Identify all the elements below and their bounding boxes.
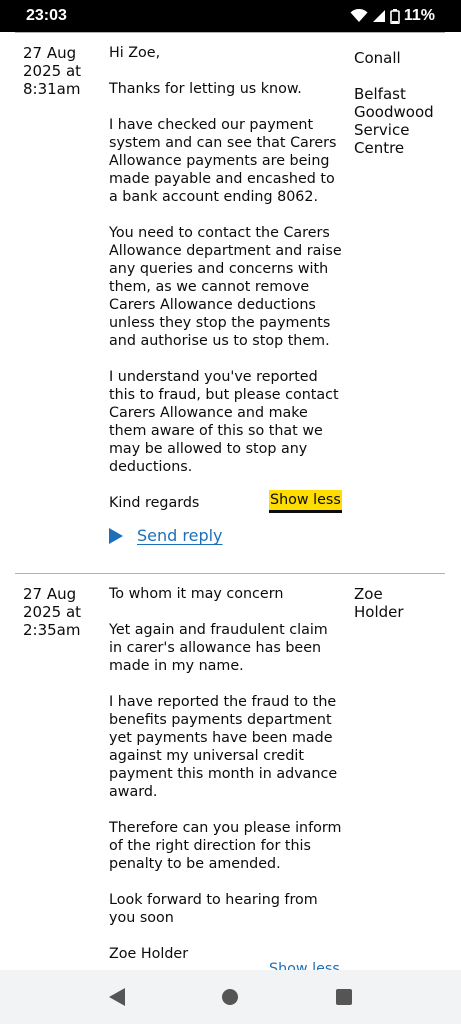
date-line: 8:31am: [23, 80, 81, 98]
home-icon: [222, 989, 239, 1005]
navigation-bar: [0, 970, 461, 1024]
date-line: 2:35am: [23, 621, 81, 639]
battery-percent: 11%: [403, 7, 435, 24]
sender-name: Zoe Holder: [354, 585, 404, 621]
message-sender: Zoe Holder: [354, 585, 434, 639]
recents-icon: [336, 989, 353, 1005]
show-less-button[interactable]: Show less: [269, 490, 342, 513]
message-date: 27 Aug 2025 at 2:35am: [23, 585, 99, 639]
message-sender: Conall Belfast Goodwood Service Centre: [354, 49, 444, 175]
message-paragraph: Hi Zoe,: [109, 45, 161, 61]
divider: [15, 573, 445, 574]
message-paragraph: I have reported the fraud to the benefit…: [109, 694, 338, 800]
wifi-icon: [350, 9, 368, 22]
message-list: 27 Aug 2025 at 8:31am Hi Zoe, Thanks for…: [0, 32, 461, 970]
back-icon: [108, 988, 125, 1006]
message-body: Hi Zoe, Thanks for letting us know. I ha…: [109, 44, 345, 512]
message-paragraph: Therefore can you please inform of the r…: [109, 820, 342, 872]
divider: [15, 32, 445, 33]
date-line: 27 Aug: [23, 585, 77, 603]
message-paragraph: I have checked our payment system and ca…: [109, 117, 337, 205]
message-paragraph: Look forward to hearing from you soon: [109, 892, 318, 926]
message-paragraph: Yet again and fraudulent claim in carer'…: [109, 622, 328, 674]
sender-name: Conall: [354, 49, 401, 67]
play-triangle-icon: [109, 527, 123, 544]
send-reply-label[interactable]: Send reply: [137, 526, 223, 545]
status-icons: 11%: [350, 7, 435, 25]
message-paragraph: You need to contact the Carers Allowance…: [109, 225, 342, 349]
message-date: 27 Aug 2025 at 8:31am: [23, 44, 99, 98]
message-paragraph: I understand you've reported this to fra…: [109, 369, 339, 475]
status-bar: 23:03 11%: [0, 0, 461, 32]
home-button[interactable]: [210, 977, 250, 1017]
recents-button[interactable]: [324, 977, 364, 1017]
message-paragraph: Thanks for letting us know.: [109, 81, 302, 97]
message-paragraph: To whom it may concern: [109, 586, 284, 602]
status-time: 23:03: [26, 7, 67, 24]
show-less-button[interactable]: Show less: [269, 960, 340, 970]
back-button[interactable]: [97, 977, 137, 1017]
battery-icon: [390, 8, 400, 24]
signal-icon: [372, 10, 385, 22]
date-line: 2025 at: [23, 62, 82, 80]
date-line: 27 Aug: [23, 44, 77, 62]
sender-org: Belfast Goodwood Service Centre: [354, 85, 434, 157]
date-line: 2025 at: [23, 603, 82, 621]
message-body: To whom it may concern Yet again and fra…: [109, 585, 345, 963]
send-reply-link[interactable]: Send reply: [109, 526, 223, 545]
